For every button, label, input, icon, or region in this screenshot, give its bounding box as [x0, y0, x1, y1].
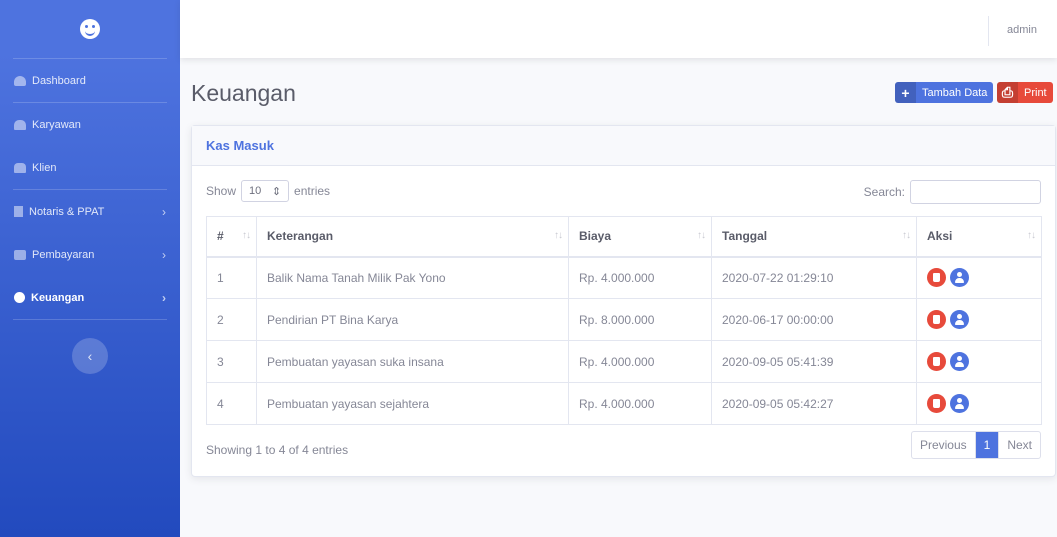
entries-select-value: 10 — [249, 185, 262, 197]
sort-icon: ↑↓ — [697, 230, 706, 241]
sidebar-item-label: Notaris & PPAT — [29, 205, 105, 218]
cell-aksi — [916, 340, 1042, 383]
cell-no: 4 — [206, 382, 257, 425]
sidebar-item-label: Dashboard — [32, 74, 86, 87]
sidebar: Dashboard Karyawan Klien Notaris & PPAT … — [0, 0, 180, 537]
sidebar-item-karyawan[interactable]: Karyawan — [0, 103, 180, 146]
chevron-left-icon: ‹ — [87, 348, 93, 364]
user-icon — [14, 119, 26, 130]
user-detail-icon[interactable] — [950, 394, 970, 413]
sidebar-item-label: Klien — [32, 161, 57, 174]
column-header-tanggal[interactable]: Tanggal ↑↓ — [711, 216, 917, 258]
plus-icon: + — [895, 82, 916, 103]
brand[interactable] — [0, 0, 180, 58]
pagination-previous[interactable]: Previous — [912, 432, 975, 458]
add-data-label: Tambah Data — [922, 86, 988, 99]
topbar: admin — [180, 0, 1057, 58]
table-row: 4 Pembuatan yayasan sejahtera Rp. 4.000.… — [206, 382, 1042, 425]
entries-length-control: Show 10 ⇕ entries — [206, 180, 330, 202]
cell-keterangan: Pendirian PT Bina Karya — [256, 298, 569, 341]
search-control: Search: — [864, 180, 1041, 204]
column-header-keterangan[interactable]: Keterangan ↑↓ — [256, 216, 569, 258]
sidebar-item-keuangan[interactable]: Keuangan › — [0, 276, 180, 319]
sidebar-divider — [13, 319, 167, 320]
user-plus-icon — [14, 162, 26, 173]
print-label: Print — [1024, 86, 1047, 99]
cell-tanggal: 2020-09-05 05:42:27 — [711, 382, 917, 425]
pagination: Previous 1 Next — [910, 431, 1041, 459]
credit-card-icon — [14, 249, 26, 260]
delete-icon[interactable] — [927, 268, 946, 288]
sidebar-item-label: Pembayaran — [32, 248, 95, 261]
pagination-next[interactable]: Next — [998, 432, 1040, 458]
cell-tanggal: 2020-09-05 05:41:39 — [711, 340, 917, 383]
search-input[interactable] — [910, 180, 1041, 204]
cell-biaya: Rp. 8.000.000 — [568, 298, 712, 341]
card-title: Kas Masuk — [192, 126, 1055, 166]
cell-keterangan: Balik Nama Tanah Milik Pak Yono — [256, 256, 569, 299]
kas-masuk-table: # ↑↓ Keterangan ↑↓ Biaya ↑↓ Tanggal ↑↓ Aksi ↑… — [206, 216, 1042, 425]
cell-no: 1 — [206, 256, 257, 299]
money-icon — [14, 292, 25, 303]
cell-no: 3 — [206, 340, 257, 383]
table-header-row: # ↑↓ Keterangan ↑↓ Biaya ↑↓ Tanggal ↑↓ Aksi ↑… — [206, 216, 1042, 258]
print-icon: ⎙ — [997, 82, 1018, 103]
delete-icon[interactable] — [927, 394, 946, 413]
user-menu[interactable]: admin — [1007, 24, 1037, 36]
sidebar-item-klien[interactable]: Klien — [0, 146, 180, 189]
sort-icon: ↑↓ — [1027, 230, 1036, 241]
pagination-page-1[interactable]: 1 — [974, 432, 999, 458]
page-title: Keuangan — [191, 80, 296, 106]
sort-icon: ↑↓ — [242, 230, 251, 241]
delete-icon[interactable] — [927, 310, 946, 329]
length-suffix: entries — [294, 184, 331, 198]
sort-icon: ↑↓ — [902, 230, 911, 241]
user-detail-icon[interactable] — [950, 352, 970, 371]
laughing-face-icon — [80, 19, 100, 39]
tachometer-icon — [14, 75, 26, 86]
column-header-aksi[interactable]: Aksi ↑↓ — [916, 216, 1042, 258]
cell-biaya: Rp. 4.000.000 — [568, 256, 712, 299]
table-info: Showing 1 to 4 of 4 entries — [206, 443, 349, 457]
delete-icon[interactable] — [927, 352, 946, 371]
table-row: 1 Balik Nama Tanah Milik Pak Yono Rp. 4.… — [206, 256, 1042, 299]
topbar-divider — [988, 16, 989, 46]
length-prefix: Show — [206, 184, 237, 198]
column-header-no[interactable]: # ↑↓ — [206, 216, 257, 258]
cell-keterangan: Pembuatan yayasan sejahtera — [256, 382, 569, 425]
document-icon — [14, 206, 23, 217]
cell-biaya: Rp. 4.000.000 — [568, 340, 712, 383]
print-button[interactable]: ⎙ Print — [997, 82, 1053, 103]
sort-updown-icon: ⇕ — [271, 185, 282, 198]
kas-masuk-card: Kas Masuk Show 10 ⇕ entries Search: # ↑↓ … — [191, 125, 1056, 477]
cell-biaya: Rp. 4.000.000 — [568, 382, 712, 425]
cell-aksi — [916, 256, 1042, 299]
table-row: 3 Pembuatan yayasan suka insana Rp. 4.00… — [206, 340, 1042, 383]
sidebar-item-label: Karyawan — [32, 118, 81, 131]
cell-aksi — [916, 382, 1042, 425]
user-detail-icon[interactable] — [950, 310, 970, 329]
sidebar-toggle-button[interactable]: ‹ — [72, 338, 108, 374]
cell-keterangan: Pembuatan yayasan suka insana — [256, 340, 569, 383]
search-label: Search: — [863, 185, 905, 199]
chevron-right-icon: › — [162, 247, 166, 262]
table-row: 2 Pendirian PT Bina Karya Rp. 8.000.000 … — [206, 298, 1042, 341]
sidebar-item-pembayaran[interactable]: Pembayaran › — [0, 233, 180, 276]
cell-no: 2 — [206, 298, 257, 341]
sidebar-item-label: Keuangan — [31, 291, 85, 304]
sort-icon: ↑↓ — [554, 230, 563, 241]
sidebar-item-notaris[interactable]: Notaris & PPAT › — [0, 190, 180, 233]
column-header-biaya[interactable]: Biaya ↑↓ — [568, 216, 712, 258]
chevron-right-icon: › — [162, 290, 166, 305]
add-data-button[interactable]: + Tambah Data — [895, 82, 994, 103]
user-detail-icon[interactable] — [950, 268, 970, 288]
chevron-right-icon: › — [162, 204, 166, 219]
cell-tanggal: 2020-06-17 00:00:00 — [711, 298, 917, 341]
cell-tanggal: 2020-07-22 01:29:10 — [711, 256, 917, 299]
sidebar-item-dashboard[interactable]: Dashboard — [0, 59, 180, 102]
cell-aksi — [916, 298, 1042, 341]
entries-select[interactable]: 10 ⇕ — [241, 180, 290, 202]
